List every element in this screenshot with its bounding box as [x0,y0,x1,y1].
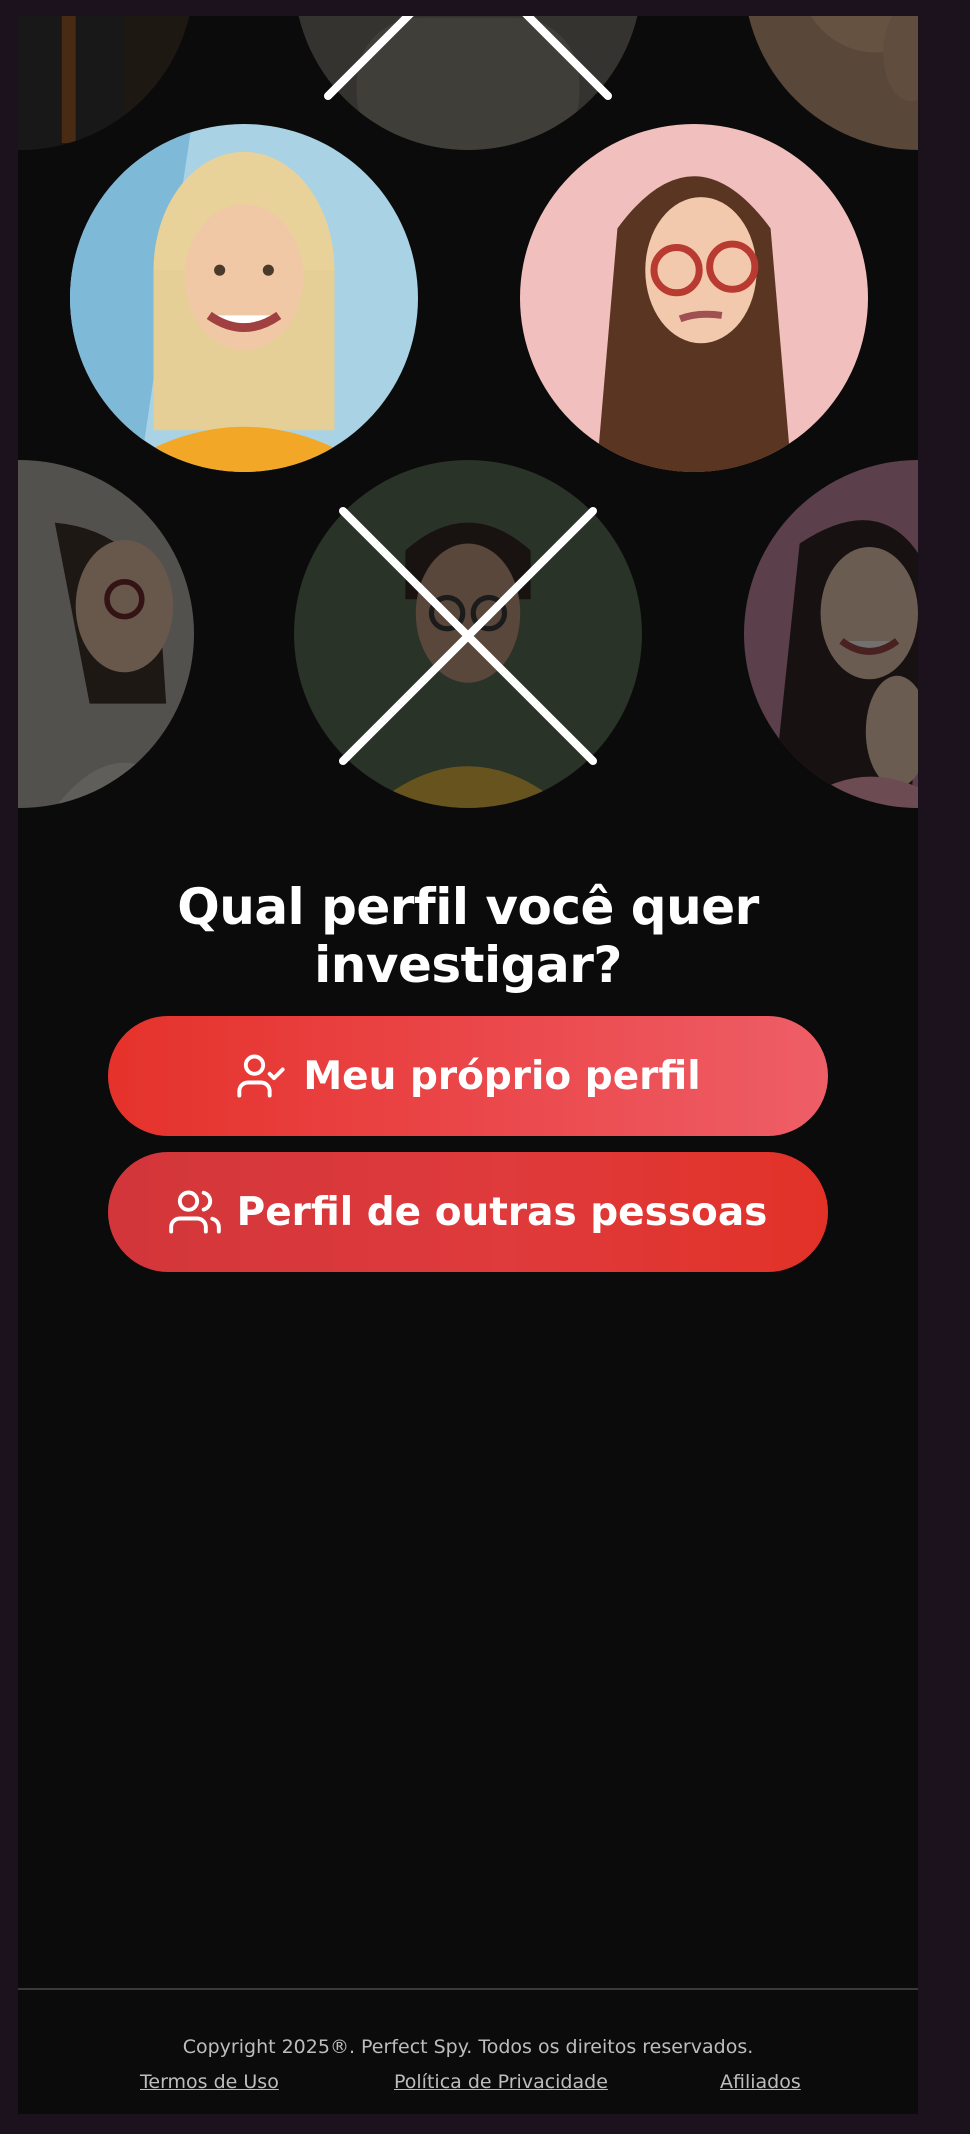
privacy-link[interactable]: Política de Privacidade [394,2071,608,2093]
copyright-text: Copyright 2025®. Perfect Spy. Todos os d… [182,2036,754,2058]
portrait-top-right [744,16,918,150]
footer-divider [18,1988,918,1990]
page-title-line2: investigar? [314,936,622,994]
others-profile-button[interactable]: Perfil de outras pessoas [108,1152,828,1272]
page-title-line1: Qual perfil você quer [177,878,759,936]
portrait-glasses-woman [520,124,868,472]
others-profile-label: Perfil de outras pessoas [236,1189,768,1235]
terms-link[interactable]: Termos de Uso [140,2071,279,2093]
portrait-blonde-woman [70,124,418,472]
x-mark-icon [339,507,597,765]
portrait-top-left [18,16,194,150]
page-title: Qual perfil você quer investigar? [18,878,918,994]
page-frame-bottom [0,2114,970,2134]
own-profile-button[interactable]: Meu próprio perfil [108,1016,828,1136]
portrait-smiling-woman [18,460,194,808]
own-profile-label: Meu próprio perfil [303,1053,701,1099]
affiliates-link[interactable]: Afiliados [720,2071,801,2093]
portrait-grid [18,16,918,816]
user-check-icon [235,1050,287,1102]
users-icon [168,1186,221,1238]
portrait-woman-hand [744,460,918,808]
x-mark-icon [324,16,612,100]
app-screen: Qual perfil você quer investigar? Meu pr… [18,16,918,2114]
